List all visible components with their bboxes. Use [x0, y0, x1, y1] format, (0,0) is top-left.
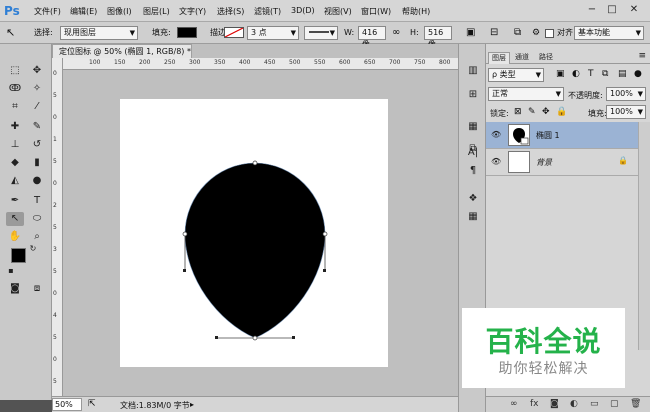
export-icon[interactable]: ⇱	[88, 399, 96, 409]
layer-filter-row: ρ 类型 ▼ ▣ ◐ T ⧉ ▤ ●	[486, 66, 650, 84]
zoom-field[interactable]: 50%	[52, 398, 82, 411]
document-size: 文档:1.83M/0 字节	[120, 401, 190, 410]
lock-all-icon[interactable]: 🔒	[556, 107, 567, 117]
layer-thumbnail	[508, 124, 530, 146]
blend-row: 正常 ▼ 不透明度: 100% ▼	[486, 86, 650, 104]
paragraph-panel-icon[interactable]: ¶	[464, 164, 482, 178]
filter-pixel-icon[interactable]: ▣	[556, 69, 565, 79]
opacity-field[interactable]: 100% ▼	[606, 87, 646, 101]
group-icon[interactable]: ▭	[590, 399, 599, 409]
layer-name: 背景	[536, 158, 552, 167]
filter-smart-object-icon[interactable]: ▤	[618, 69, 627, 79]
layer-row-background[interactable]: 👁 背景 🔒	[486, 149, 638, 176]
panel-tabs: 图层 通道 路径 ≡	[486, 50, 650, 64]
swatches-panel-icon[interactable]: ▦	[464, 120, 482, 134]
new-layer-icon[interactable]: ▢	[610, 399, 619, 409]
fill-field[interactable]: 100% ▼	[606, 105, 646, 119]
properties-panel-icon[interactable]: ⊞	[464, 88, 482, 102]
opacity-label: 不透明度:	[568, 91, 603, 100]
watermark-subtitle: 助你轻松解决	[498, 361, 589, 377]
layer-lock-icon: 🔒	[618, 156, 628, 165]
lock-image-icon[interactable]: ✎	[528, 107, 536, 117]
watermark: 百科全说 助你轻松解决	[462, 308, 625, 388]
lock-transparent-icon[interactable]: ⊠	[514, 107, 522, 117]
visibility-eye-icon[interactable]: 👁	[491, 157, 501, 166]
filter-type-icon[interactable]: T	[588, 69, 594, 79]
filter-kind-dropdown[interactable]: ρ 类型 ▼	[488, 68, 544, 82]
fill-label: 填充:	[588, 109, 607, 118]
filter-kind-value: ρ 类型	[492, 70, 516, 79]
layer-thumbnail	[508, 151, 530, 173]
lock-position-icon[interactable]: ✥	[542, 107, 550, 117]
tab-layers[interactable]: 图层	[488, 52, 510, 64]
tab-channels[interactable]: 通道	[512, 52, 532, 63]
trash-icon[interactable]: 🗑	[630, 399, 641, 409]
layer-name: 椭圆 1	[536, 131, 560, 140]
watermark-title: 百科全说	[485, 325, 602, 358]
history-panel-icon[interactable]: ▥	[464, 64, 482, 78]
mask-icon[interactable]: ◙	[550, 399, 559, 409]
status-bar: 50% ⇱ 文档:1.83M/0 字节 ▸	[52, 396, 458, 412]
layers-bottom-bar: ∞ fx ◙ ◐ ▭ ▢ 🗑	[486, 396, 650, 412]
fill-value: 100%	[610, 107, 633, 116]
filter-adjustment-icon[interactable]: ◐	[572, 69, 580, 79]
character-panel-icon[interactable]: A|	[464, 146, 482, 160]
grid-panel-icon[interactable]: ▦	[464, 210, 482, 224]
adjustment-icon[interactable]: ◐	[570, 399, 578, 409]
filter-shape-icon[interactable]: ⧉	[602, 69, 608, 79]
ellipse-thumbnail-icon	[513, 128, 529, 145]
fx-icon[interactable]: fx	[530, 399, 539, 409]
layer-row-ellipse[interactable]: 👁 椭圆 1	[486, 122, 638, 149]
blend-mode-dropdown[interactable]: 正常 ▼	[488, 87, 564, 101]
status-menu-arrow-icon[interactable]: ▸	[190, 400, 194, 409]
link-icon[interactable]: ∞	[510, 399, 518, 409]
lock-row: 锁定: ⊠ ✎ ✥ 🔒 填充: 100% ▼	[486, 104, 650, 122]
tab-paths[interactable]: 路径	[536, 52, 556, 63]
blend-mode-value: 正常	[492, 89, 508, 98]
filter-toggle-icon[interactable]: ●	[634, 69, 642, 79]
panel-menu-icon[interactable]: ≡	[638, 51, 646, 61]
opacity-value: 100%	[610, 89, 633, 98]
zoom-value: 50%	[55, 400, 73, 409]
3d-panel-icon[interactable]: ❖	[464, 192, 482, 206]
visibility-eye-icon[interactable]: 👁	[491, 130, 501, 139]
lock-label: 锁定:	[490, 109, 509, 118]
layers-scrollbar[interactable]	[638, 122, 650, 350]
